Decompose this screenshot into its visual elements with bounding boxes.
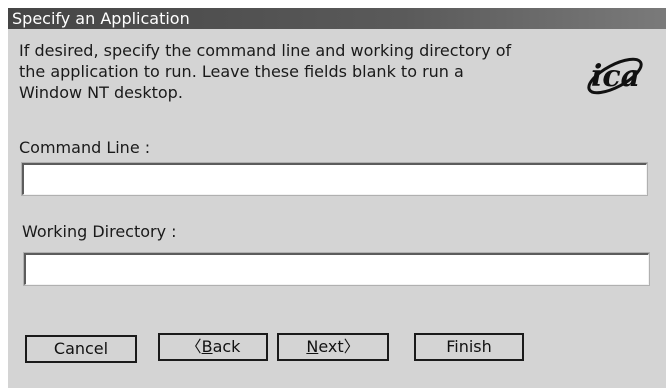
- next-mnemonic: N: [306, 337, 319, 356]
- back-button[interactable]: 〈Back: [158, 333, 268, 361]
- working-directory-input[interactable]: [23, 252, 650, 286]
- finish-button[interactable]: Finish: [414, 333, 524, 361]
- next-arrow-icon: 〉: [343, 337, 360, 356]
- cancel-button[interactable]: Cancel: [25, 335, 137, 363]
- command-line-label: Command Line :: [19, 138, 151, 157]
- next-label-rest: ext: [318, 337, 344, 356]
- description-line-3: Window NT desktop.: [19, 83, 183, 102]
- ica-logo-icon: ica: [587, 57, 643, 95]
- cancel-button-label: Cancel: [53, 339, 109, 358]
- finish-button-label: Finish: [446, 337, 492, 356]
- description-line-2: the application to run. Leave these fiel…: [19, 62, 464, 81]
- specify-application-dialog: Specify an Application If desired, speci…: [8, 8, 666, 388]
- next-button[interactable]: Next〉: [277, 333, 389, 361]
- back-label-rest: ack: [212, 337, 241, 356]
- dialog-title: Specify an Application: [12, 9, 190, 28]
- ica-logo-text: ica: [591, 59, 640, 94]
- working-directory-label: Working Directory :: [22, 222, 177, 241]
- back-mnemonic: B: [201, 337, 213, 356]
- dialog-title-bar: Specify an Application: [8, 8, 666, 29]
- back-arrow-icon: 〈: [185, 337, 202, 356]
- command-line-input[interactable]: [21, 162, 648, 196]
- description-line-1: If desired, specify the command line and…: [19, 41, 512, 60]
- dialog-description: If desired, specify the command line and…: [19, 40, 559, 103]
